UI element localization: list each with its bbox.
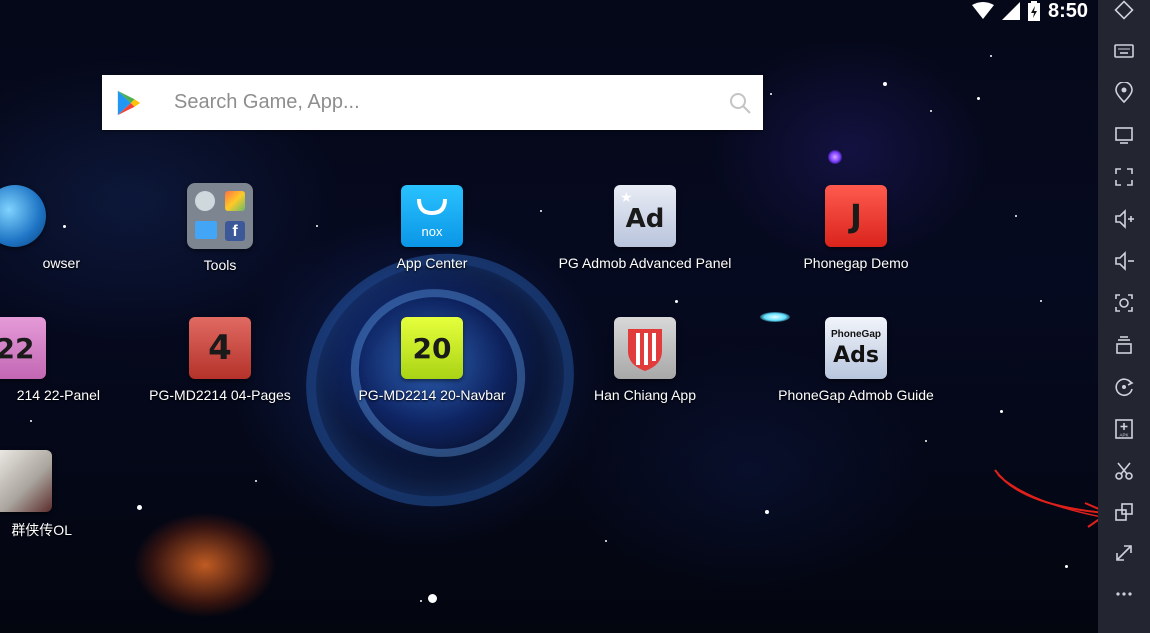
shake-icon[interactable] (1108, 371, 1140, 403)
app-pg-md2214-04-pages[interactable]: 4 PG-MD2214 04-Pages (120, 317, 320, 403)
j-logo-text: J (850, 197, 862, 235)
signal-icon (1001, 2, 1020, 20)
search-placeholder[interactable]: Search Game, App... (174, 91, 729, 114)
app-qunxiazhuan-ol[interactable]: 群侠传OL (0, 450, 115, 540)
search-icon[interactable] (729, 92, 751, 114)
app-pg-admob-advanced-panel[interactable]: ★ Ad PG Admob Advanced Panel (545, 185, 745, 271)
apk-label: APK (1119, 433, 1128, 438)
ad-logo-text: Ad (625, 204, 665, 234)
annotation-arrow (994, 469, 1098, 528)
icon-number-text: 4 (208, 328, 232, 368)
app-pg-md2214-22-panel[interactable]: 22 214 22-Panel (0, 317, 115, 403)
star (977, 97, 980, 100)
star (1000, 410, 1003, 413)
app-label: 214 22-Panel (16, 387, 100, 403)
han-chiang-icon (614, 317, 676, 379)
resize-icon[interactable] (1108, 537, 1140, 569)
star (1040, 300, 1042, 302)
android-home-screen: 8:50 Search Game, App... owser f Tools n… (0, 0, 1098, 633)
gallery-icon (225, 191, 245, 211)
scissors-icon[interactable] (1108, 455, 1140, 487)
pg-20-icon: 20 (401, 317, 463, 379)
status-time: 8:50 (1047, 0, 1088, 22)
status-bar: 8:50 (971, 0, 1088, 22)
pg-admob-icon: ★ Ad (614, 185, 676, 247)
app-phonegap-admob-guide[interactable]: PhoneGap Ads PhoneGap Admob Guide (756, 317, 956, 403)
star (675, 300, 678, 303)
star (420, 600, 422, 602)
facebook-icon: f (225, 221, 245, 241)
settings-icon (195, 191, 215, 211)
shield-logo-icon (628, 329, 662, 371)
star (765, 510, 769, 514)
app-label: PG-MD2214 20-Navbar (358, 387, 506, 403)
star (137, 505, 142, 510)
app-label: 群侠传OL (11, 522, 72, 538)
rotate-icon[interactable] (1108, 0, 1140, 26)
ads-logo-text: Ads (833, 343, 879, 368)
app-center-icon: nox (401, 185, 463, 247)
wallpaper-nebula (828, 150, 842, 164)
app-pg-md2214-20-navbar[interactable]: 20 PG-MD2214 20-Navbar (332, 317, 532, 403)
app-label: PG Admob Advanced Panel (558, 255, 732, 271)
keyboard-icon[interactable] (1108, 35, 1140, 67)
star (1015, 215, 1017, 217)
volume-up-icon[interactable] (1108, 203, 1140, 235)
app-phonegap-demo[interactable]: J Phonegap Demo (756, 185, 956, 271)
icon-top-text: PhoneGap (830, 329, 881, 340)
app-label: owser (42, 255, 80, 271)
nox-logo-text: nox (421, 223, 443, 239)
app-label: PhoneGap Admob Guide (778, 387, 934, 403)
multi-instance-icon[interactable] (1108, 496, 1140, 528)
star (1065, 565, 1068, 568)
search-bar[interactable]: Search Game, App... (102, 75, 763, 130)
app-label: Han Chiang App (594, 387, 696, 403)
pg-04-icon: 4 (189, 317, 251, 379)
app-label: PG-MD2214 04-Pages (149, 387, 291, 403)
icon-number-text: 22 (0, 331, 35, 365)
star (605, 540, 607, 542)
location-icon[interactable] (1108, 77, 1140, 109)
star (540, 210, 542, 212)
star (883, 82, 887, 86)
battery-charging-icon (1027, 1, 1040, 21)
volume-down-icon[interactable] (1108, 245, 1140, 277)
google-play-icon (117, 90, 141, 115)
star (30, 420, 32, 422)
icon-number-text: 20 (412, 331, 452, 365)
screen-icon[interactable] (1108, 119, 1140, 151)
app-label: Tools (203, 257, 237, 273)
app-label: Phonegap Demo (803, 255, 909, 271)
app-browser[interactable]: owser (0, 185, 115, 271)
tools-folder-icon: f (187, 183, 253, 249)
star (990, 55, 992, 57)
page-indicator-dot[interactable] (428, 594, 437, 603)
star (930, 110, 932, 112)
app-app-center[interactable]: nox App Center (332, 185, 532, 271)
browser-icon (0, 185, 46, 247)
phonegap-demo-icon: J (825, 185, 887, 247)
star (925, 440, 927, 442)
stack-icon[interactable] (1108, 329, 1140, 361)
files-icon (195, 221, 217, 239)
emulator-toolbar: APK (1098, 0, 1150, 633)
phonegap-ads-icon: PhoneGap Ads (825, 317, 887, 379)
screenshot-icon[interactable] (1108, 287, 1140, 319)
app-han-chiang-app[interactable]: Han Chiang App (545, 317, 745, 403)
apk-install-icon[interactable]: APK (1108, 413, 1140, 445)
star (255, 480, 257, 482)
app-tools[interactable]: f Tools (120, 183, 320, 273)
qunxiazhuan-icon (0, 450, 52, 512)
app-label: App Center (396, 255, 468, 271)
pg-22-icon: 22 (0, 317, 46, 379)
fullscreen-icon[interactable] (1108, 161, 1140, 193)
more-icon[interactable] (1108, 578, 1140, 610)
star (770, 93, 772, 95)
wifi-icon (971, 2, 994, 19)
